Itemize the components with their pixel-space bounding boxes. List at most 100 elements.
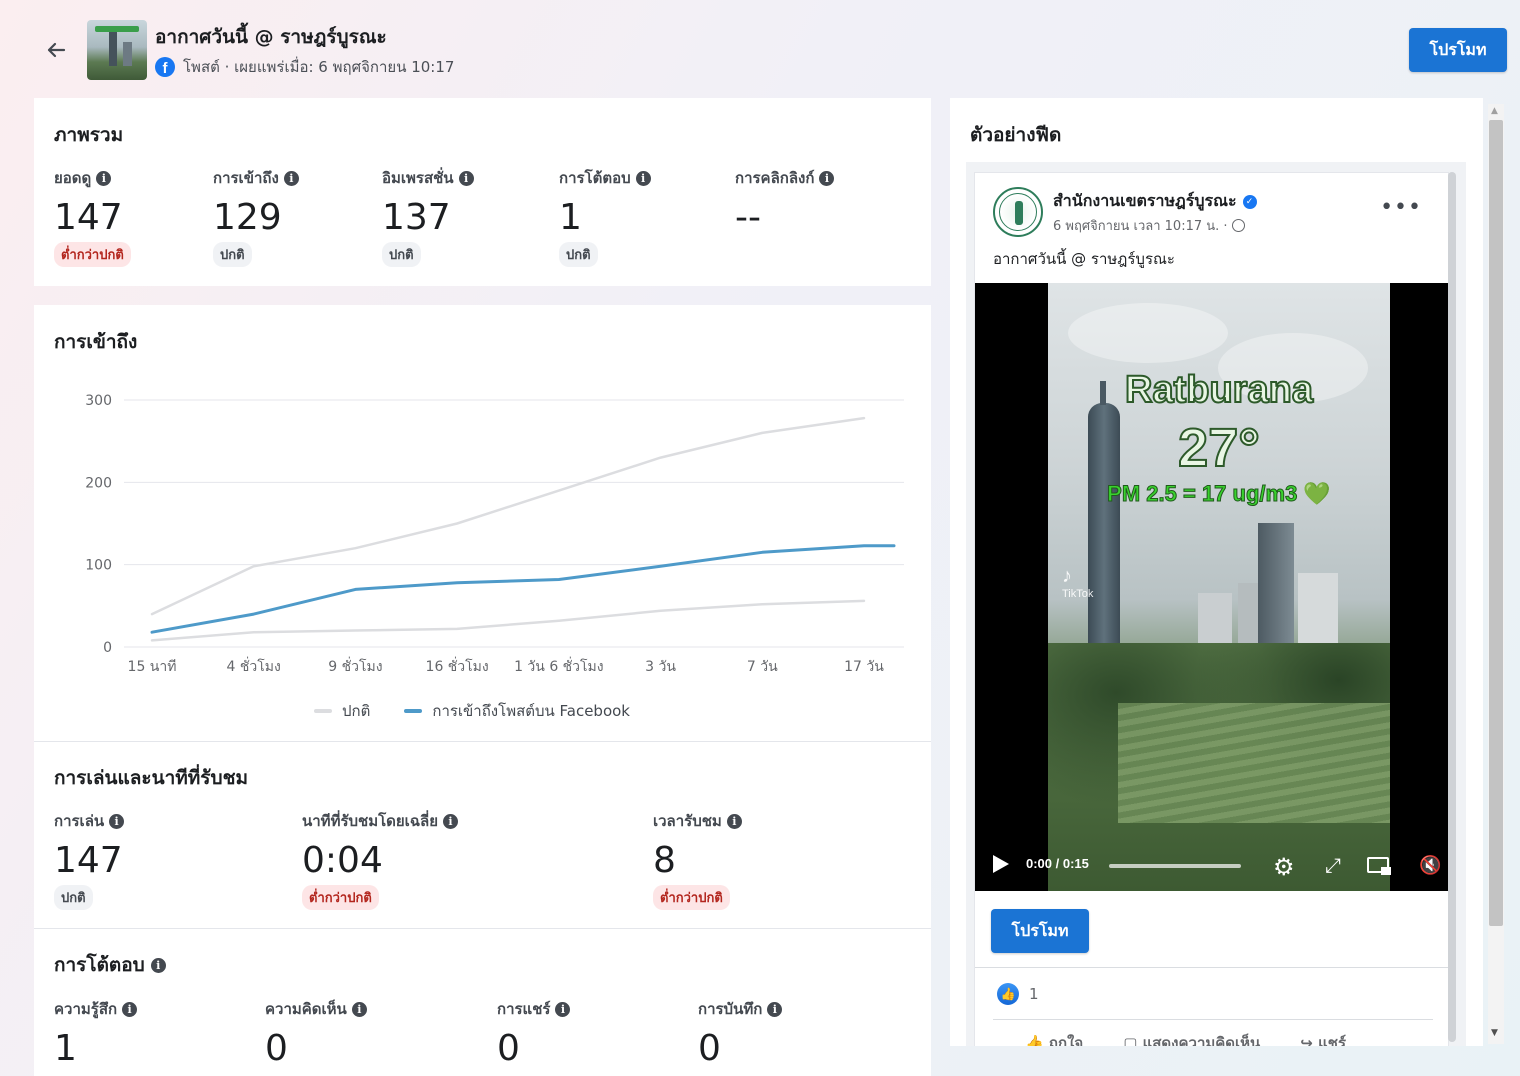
video-player[interactable]: Ratburana 27° PM 2.5 = 17 ug/m3 💚 ♪ TikT… (975, 283, 1448, 891)
mute-icon[interactable]: 🔇 (1419, 855, 1441, 876)
info-icon[interactable]: i (122, 1001, 138, 1017)
x-tick-label: 17 วัน (844, 659, 884, 675)
promote-button[interactable]: โปรโมท (1409, 28, 1507, 72)
engagement-title: การโต้ตอบ i (54, 950, 166, 980)
like-icon: 👍 (997, 983, 1019, 1005)
metric-label: เวลารับชม (653, 812, 722, 830)
share-action-button[interactable]: ↪ แชร์ (1300, 1031, 1346, 1046)
section-divider (34, 928, 931, 929)
post-title: อากาศวันนี้ @ ราษฎร์บูรณะ (155, 26, 387, 48)
play-icon[interactable] (993, 855, 1009, 873)
like-action-label: ถูกใจ (1048, 1034, 1084, 1046)
legend-label: ปกติ (342, 702, 371, 720)
metric-watch-time: เวลารับชม i 8 ต่ำกว่าปกติ (653, 809, 742, 910)
info-icon[interactable]: i (767, 1001, 783, 1017)
metric-value: 137 (382, 197, 451, 238)
page-name[interactable]: สำนักงานเขตราษฎร์บูรณะ ✓ (1053, 189, 1257, 214)
legend-label: การเข้าถึงโพสต์บน Facebook (432, 702, 630, 720)
engagement-title-text: การโต้ตอบ (54, 954, 145, 976)
info-icon[interactable]: i (555, 1001, 571, 1017)
globe-icon (1231, 219, 1245, 232)
status-badge: ต่ำกว่าปกติ (653, 885, 730, 910)
scroll-down-arrow-icon[interactable]: ▼ (1491, 1028, 1498, 1038)
back-arrow-icon[interactable] (40, 34, 72, 66)
like-count: 1 (1029, 985, 1039, 1003)
share-action-label: แชร์ (1318, 1034, 1346, 1046)
gear-icon[interactable]: ⚙ (1273, 853, 1295, 881)
feed-promote-button[interactable]: โปรโมท (991, 909, 1089, 953)
feed-preview-card: ตัวอย่างฟีด สำนักงานเขตราษฎร์บูรณะ ✓ 6 พ… (950, 98, 1483, 1046)
like-action-button[interactable]: 👍 ถูกใจ (1025, 1031, 1083, 1046)
metric-comments: ความคิดเห็น i 0 (265, 997, 367, 1071)
metric-engagement: การโต้ตอบ i 1 ปกติ (559, 166, 651, 267)
metric-value: 1 (559, 197, 582, 238)
x-tick-label: 9 ชั่วโมง (328, 657, 382, 675)
x-tick-label: 4 ชั่วโมง (227, 657, 281, 675)
status-badge: ปกติ (213, 242, 252, 267)
feed-divider (993, 1019, 1433, 1020)
info-icon[interactable]: i (109, 813, 125, 829)
tiktok-icon: ♪ (1062, 565, 1072, 587)
status-badge: ต่ำกว่าปกติ (302, 885, 379, 910)
info-icon[interactable]: i (443, 813, 459, 829)
metric-saves: การบันทึก i 0 (698, 997, 783, 1071)
status-badge: ต่ำกว่าปกติ (54, 242, 131, 267)
metric-label: นาทีที่รับชมโดยเฉลี่ย (302, 812, 439, 830)
info-icon[interactable]: i (726, 813, 742, 829)
post-text: อากาศวันนี้ @ ราษฎร์บูรณะ (993, 250, 1175, 268)
video-scrubber[interactable] (1109, 864, 1241, 868)
plays-title: การเล่นและนาทีที่รับชม (54, 767, 248, 789)
post-time: 6 พฤศจิกายน เวลา 10:17 น. · (1053, 215, 1245, 236)
post-actions: 👍 ถูกใจ ▢ แสดงความคิดเห็น ↪ แชร์ (1025, 1031, 1346, 1046)
metric-value: 129 (213, 197, 282, 238)
feed-scrollbar[interactable] (1448, 172, 1456, 1042)
page-avatar[interactable] (993, 187, 1043, 237)
scroll-up-arrow-icon[interactable]: ▲ (1491, 106, 1498, 116)
metric-views: ยอดดู i 147 ต่ำกว่าปกติ (54, 166, 131, 267)
reach-chart: 0 100 200 300 15 นาที 4 ชั่วโมง 9 ชั่วโมง 16 ชั… (85, 393, 904, 675)
metric-label: การบันทึก (698, 1000, 763, 1018)
reaction-summary[interactable]: 👍 1 (997, 983, 1039, 1005)
video-controls: 0:00 / 0:15 ⚙ ⤢ 🔇 (975, 849, 1448, 881)
metric-label: การเข้าถึง (213, 169, 279, 187)
metric-value: 147 (54, 197, 123, 238)
comment-action-button[interactable]: ▢ แสดงความคิดเห็น (1123, 1031, 1260, 1046)
info-icon[interactable]: i (458, 170, 474, 186)
picture-in-picture-icon[interactable] (1367, 857, 1391, 875)
y-tick-label: 200 (85, 475, 112, 491)
feed-divider (975, 967, 1448, 968)
info-icon[interactable]: i (150, 957, 166, 973)
metric-value: 147 (54, 840, 123, 881)
metric-value: 0 (497, 1028, 520, 1069)
page-name-text: สำนักงานเขตราษฎร์บูรณะ (1053, 191, 1237, 210)
post-meta: f โพสต์ · เผยแพร่เมื่อ: 6 พฤศจิกายน 10:1… (155, 55, 454, 79)
x-tick-label: 15 นาที (128, 659, 177, 675)
x-tick-label: 1 วัน 6 ชั่วโมง (514, 657, 604, 675)
x-tick-label: 3 วัน (645, 659, 676, 675)
info-icon[interactable]: i (96, 170, 112, 186)
metric-impressions: อิมเพรสชั่น i 137 ปกติ (382, 166, 474, 267)
feed-post: สำนักงานเขตราษฎร์บูรณะ ✓ 6 พฤศจิกายน เวล… (974, 172, 1449, 1046)
metric-label: ยอดดู (54, 169, 92, 187)
tiktok-watermark-text: TikTok (1062, 588, 1094, 600)
info-icon[interactable]: i (283, 170, 299, 186)
info-icon[interactable]: i (351, 1001, 367, 1017)
legend-swatch (404, 709, 423, 713)
video-frame: Ratburana 27° PM 2.5 = 17 ug/m3 💚 ♪ TikT… (1048, 283, 1390, 891)
y-tick-label: 0 (103, 640, 112, 656)
metric-reach: การเข้าถึง i 129 ปกติ (213, 166, 299, 267)
info-icon[interactable]: i (819, 170, 835, 186)
more-options-icon[interactable]: ••• (1380, 195, 1422, 220)
series-line-normal-lower (150, 599, 866, 642)
page-scrollbar-thumb[interactable] (1489, 120, 1503, 926)
legend-item-normal[interactable]: ปกติ (314, 699, 370, 723)
info-icon[interactable]: i (635, 170, 651, 186)
tiktok-watermark: ♪ TikTok (1062, 565, 1093, 600)
series-line-facebook-reach (150, 544, 896, 634)
metric-avg-minutes: นาทีที่รับชมโดยเฉลี่ย i 0:04 ต่ำกว่าปกติ (302, 809, 459, 910)
verified-badge-icon: ✓ (1242, 194, 1257, 209)
fullscreen-icon[interactable]: ⤢ (1325, 853, 1341, 877)
status-badge: ปกติ (559, 242, 598, 267)
metric-value: 0 (265, 1028, 288, 1069)
legend-item-facebook-reach[interactable]: การเข้าถึงโพสต์บน Facebook (404, 699, 630, 723)
